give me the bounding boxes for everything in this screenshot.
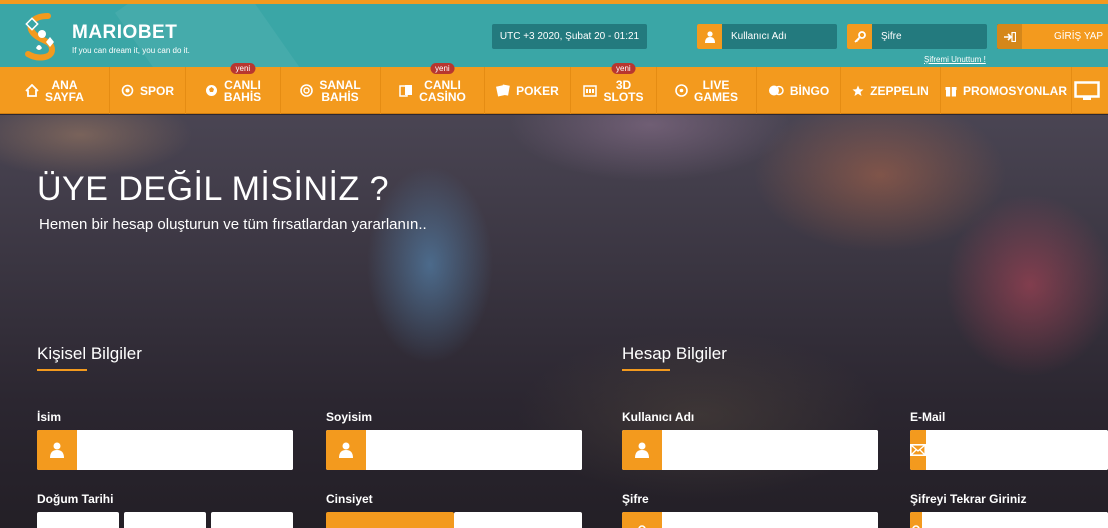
nav-item-poker[interactable]: POKER [485,67,571,114]
last-name-field[interactable] [326,430,582,470]
home-icon [25,84,39,97]
username-login-input[interactable] [722,31,822,42]
username-input[interactable] [662,430,878,470]
gender-male-option[interactable] [326,512,454,528]
chip-icon [300,84,314,97]
password-login-field[interactable] [847,24,987,49]
nav-item-zeppelin[interactable]: ZEPPELIN [841,67,941,114]
nav-label-sport: SPOR [139,83,174,98]
login-button-label: GİRİŞ YAP [1054,31,1104,42]
lock-icon [910,512,922,528]
nav-label-virtual-betting: SANAL BAHİS [319,77,361,104]
birth-year-select[interactable] [211,512,293,528]
new-badge: yeni [430,63,455,74]
account-info-title: Hesap Bilgiler [622,344,727,363]
first-name-input[interactable] [77,430,293,470]
poker-cards-icon [496,84,510,97]
star-icon [852,85,864,97]
nav-label-live-games: LIVE GAMES [693,77,738,104]
birth-day-select[interactable] [37,512,119,528]
password-field[interactable] [622,512,878,528]
cards-icon [399,84,413,97]
user-icon [37,430,77,470]
nav-item-home[interactable]: ANA SAYFA [0,67,110,114]
logo[interactable]: MARIOBET If you can dream it, you can do… [18,12,238,62]
password-repeat-field[interactable] [910,512,1108,528]
nav-label-zeppelin: ZEPPELIN [870,83,929,98]
username-field[interactable] [622,430,878,470]
user-icon [326,430,366,470]
page-subtitle: Hemen bir hesap oluşturun ve tüm fırsatl… [39,216,427,233]
password-label: Şifre [622,492,649,506]
key-icon [847,24,872,49]
main-nav: ANA SAYFA SPOR yeni CANLI BAHİS SANAL BA… [0,63,1108,114]
first-name-label: İsim [37,410,62,424]
password-repeat-label: Şifreyi Tekrar Giriniz [910,492,1027,506]
logo-mark-icon [25,13,56,61]
nav-item-sport[interactable]: SPOR [110,67,186,114]
email-input[interactable] [926,430,1108,470]
forgot-password-link[interactable]: Şifremi Unuttum ! [924,55,986,64]
login-arrow-icon [997,24,1022,49]
gift-icon [945,84,957,97]
nav-label-promotions: PROMOSYONLAR [962,83,1067,98]
ball-icon [205,84,218,97]
nav-item-promotions[interactable]: PROMOSYONLAR [941,67,1072,114]
lock-icon [622,512,662,528]
gender-label: Cinsiyet [326,492,373,506]
page-title: ÜYE DEĞİL MİSİNİZ ? [37,170,390,208]
monitor-icon [1074,80,1100,101]
password-input[interactable] [662,512,878,528]
nav-label-home: ANA SAYFA [45,77,84,104]
new-badge: yeni [611,63,636,74]
brand-name: MARIOBET [72,22,178,43]
email-field[interactable] [910,430,1108,470]
top-header: MARIOBET If you can dream it, you can do… [0,0,1108,67]
email-label: E-Mail [910,410,946,424]
nav-item-live-games[interactable]: LIVE GAMES [657,67,757,114]
brand-tagline: If you can dream it, you can do it. [72,46,190,55]
registration-hero: ÜYE DEĞİL MİSİNİZ ? Hemen bir hesap oluş… [0,115,1108,528]
personal-info-underline [37,369,87,371]
last-name-label: Soyisim [326,410,373,424]
birthdate-label: Doğum Tarihi [37,492,114,506]
username-label: Kullanıcı Adı [622,410,695,424]
target-icon [121,84,134,97]
nav-item-tv[interactable] [1072,67,1108,114]
nav-label-bingo: BİNGO [789,83,830,98]
new-badge: yeni [230,63,256,74]
nav-label-poker: POKER [516,83,559,98]
nav-item-live-betting[interactable]: yeni CANLI BAHİS [186,63,281,114]
bingo-icon [768,84,784,97]
username-login-field[interactable] [697,24,837,49]
nav-label-live-betting: CANLI BAHİS [223,77,262,104]
gender-female-option[interactable] [454,512,582,528]
first-name-field[interactable] [37,430,293,470]
envelope-icon [910,430,926,470]
personal-info-title: Kişisel Bilgiler [37,344,142,363]
nav-item-virtual-betting[interactable]: SANAL BAHİS [281,67,381,114]
nav-item-live-casino[interactable]: yeni CANLI CASİNO [381,63,485,114]
server-datetime: UTC +3 2020, Şubat 20 - 01:21 [492,24,647,49]
last-name-input[interactable] [366,430,582,470]
nav-item-3d-slots[interactable]: yeni 3D SLOTS [571,63,657,114]
password-login-input[interactable] [872,31,972,42]
birth-month-select[interactable] [124,512,206,528]
nav-label-live-casino: CANLI CASİNO [419,77,466,104]
nav-item-bingo[interactable]: BİNGO [757,67,841,114]
roulette-icon [675,84,688,97]
login-button[interactable]: GİRİŞ YAP [997,24,1108,49]
user-icon [697,24,722,49]
slot-icon [583,84,598,97]
account-info-underline [622,369,670,371]
password-repeat-input[interactable] [922,512,1108,528]
user-icon [622,430,662,470]
nav-label-3d-slots: 3D SLOTS [603,77,644,104]
